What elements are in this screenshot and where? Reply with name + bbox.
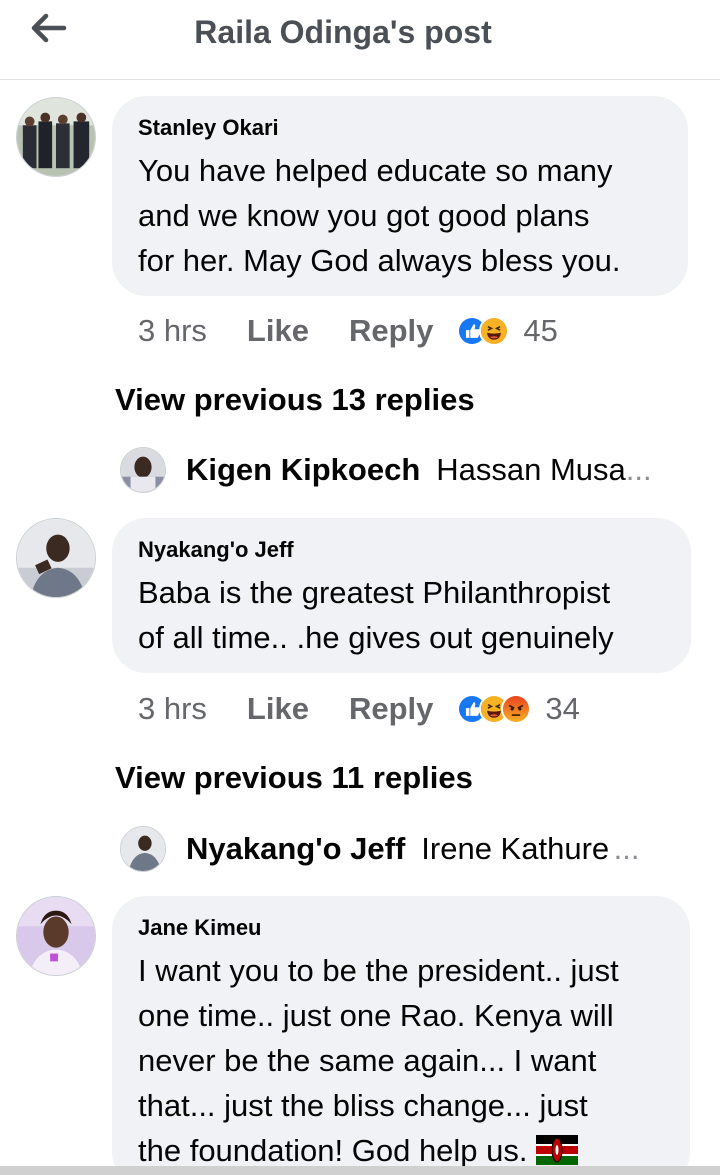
avatar[interactable] — [16, 97, 96, 177]
comment-actions: 3 hrs Like Reply 34 — [138, 689, 580, 729]
reply-preview-ellipsis: ... — [613, 831, 640, 866]
bottom-edge — [0, 1166, 720, 1175]
like-button[interactable]: Like — [247, 691, 309, 727]
comment-text: Baba is the greatest Philanthropist of a… — [138, 575, 614, 655]
comment-text: I want you to be the president.. just on… — [138, 948, 664, 1173]
comment-bubble: Stanley Okari You have helped educate so… — [112, 96, 688, 296]
comment-text: You have helped educate so many and we k… — [138, 153, 621, 278]
comment-author[interactable]: Stanley Okari — [138, 114, 662, 142]
comment-time[interactable]: 3 hrs — [138, 313, 207, 349]
post-header: Raila Odinga's post — [0, 0, 720, 80]
reaction-count[interactable]: 45 — [523, 313, 557, 349]
reply-preview[interactable]: Nyakang'o Jeff Irene Kathure ... — [120, 823, 639, 875]
comment-actions: 3 hrs Like Reply 45 — [138, 311, 558, 351]
angry-reaction-icon — [501, 694, 532, 724]
reactions-summary[interactable] — [457, 694, 532, 724]
view-previous-replies[interactable]: View previous 13 replies — [115, 382, 475, 418]
comment-bubble: Nyakang'o Jeff Baba is the greatest Phil… — [112, 518, 691, 673]
reply-button[interactable]: Reply — [349, 691, 433, 727]
reply-preview-text: Hassan Musa — [436, 452, 626, 487]
reply-preview[interactable]: Kigen Kipkoech Hassan Musa... — [120, 444, 652, 496]
reply-button[interactable]: Reply — [349, 313, 433, 349]
like-button[interactable]: Like — [247, 313, 309, 349]
reply-preview-author: Kigen Kipkoech — [186, 452, 421, 487]
page-title: Raila Odinga's post — [194, 14, 492, 50]
comment-author[interactable]: Nyakang'o Jeff — [138, 536, 665, 564]
comment-time[interactable]: 3 hrs — [138, 691, 207, 727]
kenya-flag-icon — [535, 1135, 578, 1165]
comment-bubble: Jane Kimeu I want you to be the presiden… — [112, 896, 690, 1175]
avatar — [120, 826, 166, 872]
view-previous-replies[interactable]: View previous 11 replies — [115, 760, 473, 796]
avatar[interactable] — [16, 896, 96, 976]
reactions-summary[interactable] — [457, 316, 510, 346]
comment-author[interactable]: Jane Kimeu — [138, 914, 664, 942]
haha-reaction-icon — [479, 316, 510, 346]
reply-preview-author: Nyakang'o Jeff — [186, 831, 406, 866]
avatar[interactable] — [16, 518, 96, 598]
reaction-count[interactable]: 34 — [545, 691, 579, 727]
reply-preview-text: Irene Kathure — [421, 831, 610, 866]
reply-preview-ellipsis: ... — [625, 452, 652, 487]
avatar — [120, 447, 166, 493]
